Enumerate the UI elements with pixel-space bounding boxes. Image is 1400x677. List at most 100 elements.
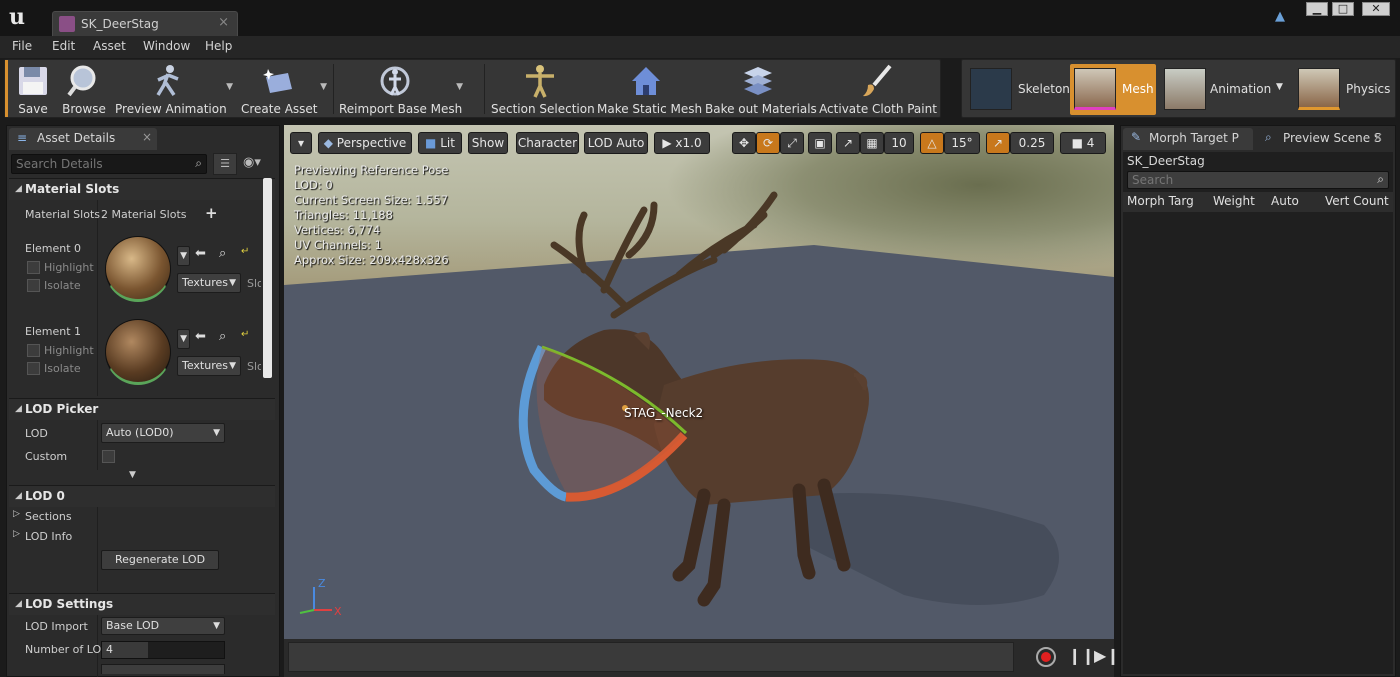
column-morph-target[interactable]: Morph Targ (1127, 194, 1193, 208)
document-tab[interactable]: SK_DeerStag × (52, 11, 238, 36)
notification-icon[interactable]: ▲ (1275, 9, 1293, 25)
timeline-track[interactable] (288, 642, 1014, 672)
isolate-checkbox[interactable] (27, 362, 40, 375)
lod-dropdown[interactable]: Auto (LOD0) ▼ (101, 423, 225, 443)
textures-dropdown-0[interactable]: Textures ▼ (177, 273, 241, 293)
details-scrollbar[interactable] (263, 178, 272, 378)
custom-checkbox[interactable] (102, 450, 115, 463)
record-button[interactable] (1036, 647, 1056, 667)
unreal-logo-icon[interactable]: u (4, 4, 30, 30)
preview-scene-tab[interactable]: ⌕ Preview Scene S × (1257, 128, 1389, 150)
play-forward-icon[interactable]: ▶❙ (1094, 646, 1120, 665)
viewport-options-dropdown[interactable]: ▾ (290, 132, 312, 154)
arrow-left-icon[interactable]: ⬅ (195, 329, 206, 344)
material-0-dropdown[interactable]: ▼ (177, 246, 190, 266)
maximize-button[interactable]: □ (1332, 2, 1354, 16)
grid-snap-icon[interactable]: ▦ (860, 132, 884, 154)
mode-physics[interactable]: Physics (1294, 64, 1394, 115)
mode-skeleton[interactable]: Skeleton (966, 64, 1070, 115)
highlight-checkbox[interactable] (27, 261, 40, 274)
lod-info-label[interactable]: LOD Info (25, 530, 72, 543)
save-button[interactable]: Save (11, 60, 55, 117)
add-material-slot-button[interactable]: + (205, 204, 218, 222)
rotation-snap-icon[interactable]: △ (920, 132, 944, 154)
translate-icon[interactable]: ✥ (732, 132, 756, 154)
column-weight[interactable]: Weight (1213, 194, 1255, 208)
textures-dropdown-1[interactable]: Textures ▼ (177, 356, 241, 376)
column-vert-count[interactable]: Vert Count (1325, 194, 1389, 208)
browse-button[interactable]: Browse (61, 60, 107, 117)
menu-help[interactable]: Help (205, 39, 232, 53)
arrow-left-icon[interactable]: ⬅ (195, 246, 206, 261)
rotate-icon[interactable]: ⟳ (756, 132, 780, 154)
search-details-input[interactable] (12, 155, 182, 173)
preview-animation-button[interactable]: Preview Animation ▼ (115, 60, 233, 117)
reimport-base-mesh-button[interactable]: Reimport Base Mesh ▼ (339, 60, 463, 117)
visibility-eye-icon[interactable]: ◉▾ (243, 155, 261, 170)
lod-settings-section-header[interactable]: ◢ LOD Settings (9, 593, 275, 615)
browse-magnifier-icon[interactable]: ⌕ (219, 246, 226, 261)
chevron-down-icon[interactable]: ▼ (1276, 82, 1283, 92)
material-0-thumbnail[interactable] (105, 236, 171, 302)
isolate-checkbox[interactable] (27, 279, 40, 292)
pause-icon[interactable]: ❙❙ (1068, 646, 1095, 665)
chevron-down-icon[interactable]: ▼ (226, 82, 233, 92)
expand-arrow-icon[interactable]: ▼ (129, 470, 136, 480)
expand-triangle-icon[interactable]: ▷ (13, 529, 20, 539)
show-button[interactable]: Show (468, 132, 508, 154)
rotation-snap-value[interactable]: 15° (944, 132, 980, 154)
material-1-thumbnail[interactable] (105, 319, 171, 385)
minimize-button[interactable]: ▁ (1306, 2, 1328, 16)
menu-asset[interactable]: Asset (93, 39, 126, 53)
highlight-checkbox[interactable] (27, 344, 40, 357)
grid-snap-value[interactable]: 10 (884, 132, 914, 154)
surface-snap-icon[interactable]: ↗ (836, 132, 860, 154)
world-local-icon[interactable]: ▣ (808, 132, 832, 154)
3d-viewport[interactable]: Z X Previewing Reference Pose LOD: 0 Cur… (284, 125, 1114, 639)
section-selection-button[interactable]: Section Selection (491, 60, 595, 117)
make-static-mesh-button[interactable]: Make Static Mesh (597, 60, 702, 117)
chevron-down-icon[interactable]: ▼ (456, 82, 463, 92)
asset-details-tab[interactable]: ≡ Asset Details × (9, 128, 157, 150)
lod0-section-header[interactable]: ◢ LOD 0 (9, 485, 275, 507)
menu-edit[interactable]: Edit (52, 39, 75, 53)
mode-animation[interactable]: Animation ▼ (1160, 64, 1288, 115)
playback-speed-button[interactable]: ▶ x1.0 (654, 132, 710, 154)
chevron-down-icon[interactable]: ▼ (320, 82, 327, 92)
scale-snap-value[interactable]: 0.25 (1010, 132, 1054, 154)
menu-file[interactable]: File (12, 39, 32, 53)
lod-import-dropdown[interactable]: Base LOD ▼ (101, 617, 225, 635)
morph-target-tab[interactable]: ✎ Morph Target P (1123, 128, 1253, 150)
morph-search-input[interactable] (1128, 172, 1358, 188)
bake-out-materials-button[interactable]: Bake out Materials (705, 60, 817, 117)
regenerate-lod-button[interactable]: Regenerate LOD (101, 550, 219, 570)
close-window-button[interactable]: ✕ (1362, 2, 1390, 16)
scale-icon[interactable]: ⤢ (780, 132, 804, 154)
close-tab-icon[interactable]: × (218, 15, 229, 30)
character-button[interactable]: Character (516, 132, 579, 154)
sections-label[interactable]: Sections (25, 510, 72, 523)
camera-speed-button[interactable]: ■ 4 (1060, 132, 1106, 154)
lit-button[interactable]: ■ Lit (418, 132, 462, 154)
lod-auto-button[interactable]: LOD Auto (584, 132, 648, 154)
reset-arrow-icon[interactable]: ↵ (241, 329, 249, 340)
material-1-dropdown[interactable]: ▼ (177, 329, 190, 349)
close-icon[interactable]: × (142, 130, 152, 144)
reset-arrow-icon[interactable]: ↵ (241, 246, 249, 257)
scale-snap-icon[interactable]: ↗ (986, 132, 1010, 154)
close-icon[interactable]: × (1373, 130, 1383, 144)
lod-picker-section-header[interactable]: ◢ LOD Picker (9, 398, 275, 420)
menu-window[interactable]: Window (143, 39, 190, 53)
create-asset-button[interactable]: Create Asset ▼ (241, 60, 327, 117)
material-slots-section-header[interactable]: ◢ Material Slots (9, 178, 275, 200)
search-details-field[interactable]: ⌕ (11, 154, 207, 174)
activate-cloth-paint-button[interactable]: Activate Cloth Paint (819, 60, 937, 117)
mode-mesh[interactable]: Mesh (1070, 64, 1156, 115)
expand-triangle-icon[interactable]: ▷ (13, 509, 20, 519)
column-auto[interactable]: Auto (1271, 194, 1299, 208)
morph-search-field[interactable]: ⌕ (1127, 171, 1389, 189)
number-of-lods-spinbox[interactable]: 4 (101, 641, 225, 659)
partial-button[interactable] (101, 664, 225, 674)
perspective-button[interactable]: ◆ Perspective (318, 132, 412, 154)
browse-magnifier-icon[interactable]: ⌕ (219, 329, 226, 344)
